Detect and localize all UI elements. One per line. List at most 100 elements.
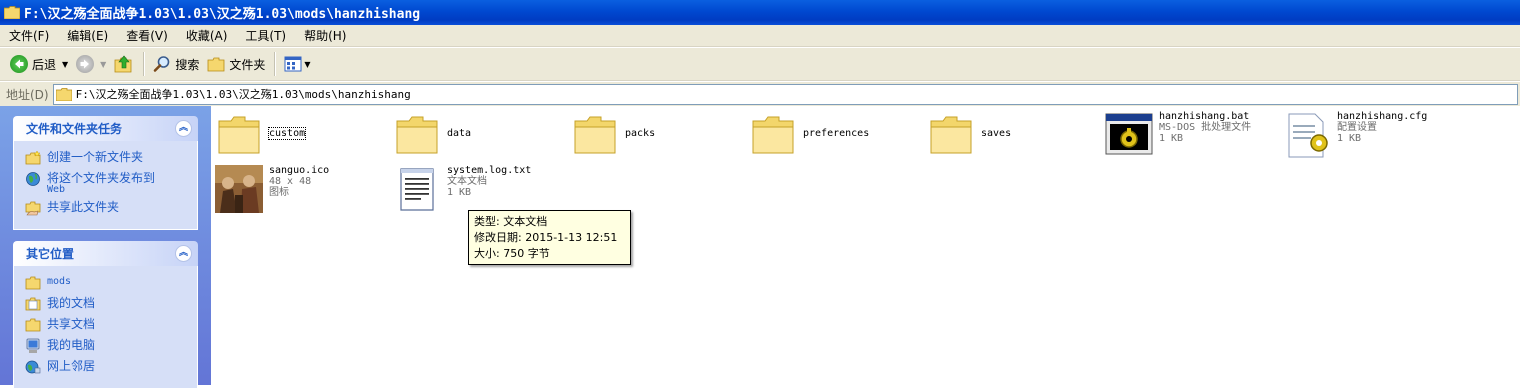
- address-input[interactable]: F:\汉之殇全面战争1.03\1.03\汉之殇1.03\mods\hanzhis…: [52, 83, 1518, 105]
- file-name: preferences: [803, 128, 870, 139]
- tooltip-modified: 修改日期: 2015-1-13 12:51: [474, 231, 618, 244]
- file-item-ico[interactable]: sanguo.ico 48 x 48 图标: [215, 165, 329, 213]
- menu-file[interactable]: 文件(F): [0, 27, 58, 44]
- task-label: 共享此文件夹: [47, 200, 120, 214]
- tooltip-size: 大小: 750 字节: [474, 247, 550, 260]
- publish-web-icon: [26, 172, 40, 186]
- file-name: hanzhishang.cfg: [1337, 111, 1428, 122]
- file-type: MS-DOS 批处理文件: [1159, 122, 1252, 133]
- place-shared-documents[interactable]: 共享文档: [25, 317, 197, 333]
- file-item-bat[interactable]: hanzhishang.bat MS-DOS 批处理文件 1 KB: [1105, 111, 1251, 159]
- new-folder-icon: [25, 150, 41, 165]
- back-button[interactable]: 后退 ▼: [6, 51, 72, 77]
- address-label: 地址(D): [6, 87, 49, 102]
- title-bar[interactable]: F:\汉之殇全面战争1.03\1.03\汉之殇1.03\mods\hanzhis…: [0, 0, 1520, 25]
- views-button[interactable]: ▼: [280, 51, 314, 77]
- file-item-data[interactable]: data: [393, 111, 471, 159]
- folder-icon: [4, 6, 20, 19]
- folder-icon: [218, 116, 260, 154]
- folder-icon: [930, 116, 972, 154]
- file-size: 图标: [269, 187, 289, 198]
- place-label: 我的文档: [47, 296, 96, 310]
- task-label: 创建一个新文件夹: [47, 150, 144, 164]
- file-type: 配置设置: [1337, 122, 1377, 133]
- place-network[interactable]: 网上邻居: [25, 359, 197, 375]
- menu-help[interactable]: 帮助(H): [295, 27, 355, 44]
- place-label: 我的电脑: [47, 338, 96, 352]
- file-name: packs: [625, 128, 656, 139]
- file-size: 1 KB: [447, 187, 472, 198]
- file-item-preferences[interactable]: preferences: [749, 111, 869, 159]
- toolbar: 后退 ▼ ▼ 搜索 文件夹 ▼: [0, 48, 1520, 81]
- tooltip-type: 类型: 文本文档: [474, 215, 548, 228]
- back-arrow-icon: [10, 55, 28, 73]
- other-places-panel: 其它位置 ︽ mods 我的文档 共享文档 我的电脑 网上邻居: [13, 241, 198, 389]
- back-dropdown-icon[interactable]: ▼: [62, 60, 68, 69]
- toolbar-separator: [143, 52, 145, 76]
- share-folder-icon: [25, 201, 41, 216]
- place-label: 网上邻居: [47, 359, 96, 373]
- back-label: 后退: [32, 57, 57, 72]
- search-label: 搜索: [175, 57, 200, 72]
- folder-icon: [752, 116, 794, 154]
- shared-documents-icon: [25, 318, 41, 332]
- file-tasks-panel: 文件和文件夹任务 ︽ 创建一个新文件夹 将这个文件夹发布到 Web 共享此文件夹: [13, 116, 198, 230]
- folder-icon: [25, 276, 41, 290]
- batch-file-icon: [1105, 113, 1153, 155]
- menu-view[interactable]: 查看(V): [117, 27, 177, 44]
- window-title: F:\汉之殇全面战争1.03\1.03\汉之殇1.03\mods\hanzhis…: [24, 7, 421, 22]
- file-list: custom data packs preferences saves hanz…: [211, 106, 1520, 385]
- file-name: sanguo.ico: [269, 165, 330, 176]
- file-type: 48 x 48: [269, 176, 312, 187]
- menu-bar: 文件(F) 编辑(E) 查看(V) 收藏(A) 工具(T) 帮助(H): [0, 25, 1520, 47]
- file-tasks-title: 文件和文件夹任务: [26, 122, 123, 136]
- task-publish-web[interactable]: 将这个文件夹发布到 Web: [25, 171, 197, 195]
- task-share-folder[interactable]: 共享此文件夹: [25, 200, 197, 216]
- folders-label: 文件夹: [229, 57, 266, 72]
- config-file-icon: [1288, 113, 1328, 158]
- collapse-chevron-icon[interactable]: ︽: [175, 120, 192, 137]
- place-label: 共享文档: [47, 317, 96, 331]
- collapse-chevron-icon[interactable]: ︽: [175, 245, 192, 262]
- file-item-saves[interactable]: saves: [927, 111, 1011, 159]
- folder-icon: [396, 116, 438, 154]
- file-tasks-header[interactable]: 文件和文件夹任务 ︽: [13, 116, 198, 141]
- menu-favorites[interactable]: 收藏(A): [177, 27, 237, 44]
- file-name: system.log.txt: [447, 165, 532, 176]
- file-type: 文本文档: [447, 176, 487, 187]
- toolbar-separator: [274, 52, 276, 76]
- place-mods[interactable]: mods: [25, 275, 197, 291]
- file-name: hanzhishang.bat: [1159, 111, 1250, 122]
- file-item-cfg[interactable]: hanzhishang.cfg 配置设置 1 KB: [1283, 111, 1427, 159]
- other-places-header[interactable]: 其它位置 ︽: [13, 241, 198, 266]
- menu-edit[interactable]: 编辑(E): [58, 27, 117, 44]
- place-my-computer[interactable]: 我的电脑: [25, 338, 197, 354]
- address-bar: 地址(D) F:\汉之殇全面战争1.03\1.03\汉之殇1.03\mods\h…: [0, 82, 1520, 106]
- task-label-line2: Web: [47, 184, 66, 195]
- file-tooltip: 类型: 文本文档 修改日期: 2015-1-13 12:51 大小: 750 字…: [468, 210, 631, 265]
- task-label-line1: 将这个文件夹发布到: [47, 171, 156, 185]
- search-icon: [154, 56, 170, 72]
- address-path: F:\汉之殇全面战争1.03\1.03\汉之殇1.03\mods\hanzhis…: [75, 88, 411, 101]
- my-documents-icon: [25, 297, 41, 311]
- forward-dropdown-icon[interactable]: ▼: [100, 60, 106, 69]
- folder-icon: [574, 116, 616, 154]
- forward-button[interactable]: ▼: [72, 51, 110, 77]
- file-name: saves: [981, 128, 1012, 139]
- file-item-packs[interactable]: packs: [571, 111, 655, 159]
- folder-icon: [55, 87, 72, 101]
- menu-tools[interactable]: 工具(T): [236, 27, 295, 44]
- place-my-documents[interactable]: 我的文档: [25, 296, 197, 312]
- folder-up-icon: [114, 55, 132, 73]
- folders-button[interactable]: 文件夹: [203, 51, 269, 77]
- folders-icon: [207, 57, 225, 72]
- search-button[interactable]: 搜索: [149, 51, 203, 77]
- up-button[interactable]: [110, 51, 138, 77]
- file-size: 1 KB: [1159, 133, 1184, 144]
- file-item-custom[interactable]: custom: [215, 111, 307, 159]
- views-dropdown-icon[interactable]: ▼: [304, 60, 310, 69]
- other-places-title: 其它位置: [26, 247, 75, 261]
- file-item-txt[interactable]: system.log.txt 文本文档 1 KB: [393, 165, 531, 213]
- place-label: mods: [47, 276, 72, 287]
- task-new-folder[interactable]: 创建一个新文件夹: [25, 150, 197, 166]
